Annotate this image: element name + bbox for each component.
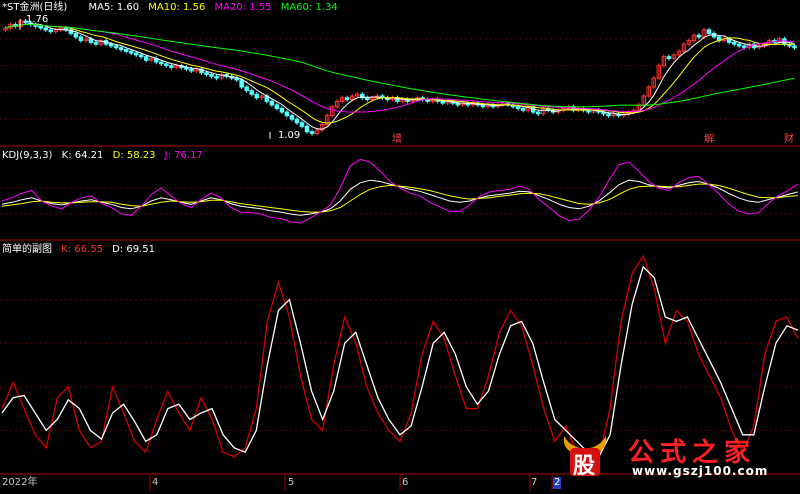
candle-body	[43, 27, 48, 31]
candle-body	[239, 79, 244, 88]
candle-body	[606, 113, 611, 117]
ma5-label: MA5: 1.60	[88, 2, 140, 13]
candle-body	[93, 41, 99, 45]
candle-body	[706, 29, 712, 34]
candle-body	[344, 97, 350, 101]
moving-average-layer	[5, 19, 795, 139]
kdj-title: KDJ(9,3,3)	[2, 150, 53, 161]
ma20-label: MA20: 1.55	[214, 2, 272, 13]
candle-body	[365, 97, 370, 101]
candle-body	[78, 36, 84, 42]
candle-body	[289, 115, 295, 120]
candle-body	[304, 125, 310, 133]
candle-body	[204, 72, 209, 76]
candle-body	[73, 32, 79, 38]
candle-body	[455, 102, 461, 106]
x-label-jul: 7	[531, 477, 538, 488]
high-price-label: 1.76	[26, 14, 49, 25]
candle-body	[108, 43, 114, 47]
candle-body	[214, 75, 219, 79]
candle-body	[269, 100, 275, 106]
candle-body	[279, 107, 285, 113]
candle-body	[138, 54, 144, 58]
x-label-cursor[interactable]: 2	[553, 477, 562, 489]
event-marker-1[interactable]: 增	[392, 134, 402, 146]
x-label-year: 2022年	[2, 477, 38, 488]
candle-body	[159, 61, 164, 65]
watermark-logo: 股	[560, 432, 610, 479]
event-marker-3[interactable]: 财	[784, 134, 794, 146]
watermark-url: www.gszj100.com	[632, 464, 769, 478]
candle-body	[164, 63, 169, 67]
candle-body	[520, 107, 526, 111]
chart-stage: *ST金洲(日线) MA5: 1.60 MA10: 1.56 MA20: 1.5…	[0, 0, 800, 490]
custom-header: 简单的副图 K: 66.55 D: 69.51	[2, 244, 155, 256]
candle-body	[515, 106, 521, 109]
custom-title: 简单的副图	[2, 244, 52, 255]
candle-body	[128, 50, 134, 54]
candle-body	[234, 77, 239, 81]
candle-body	[249, 90, 255, 95]
candle-body	[309, 131, 315, 134]
kdj-header: KDJ(9,3,3) K: 64.21 D: 58.23 J: 76.17	[2, 150, 203, 162]
candle-body	[123, 49, 129, 52]
candle-body	[143, 56, 149, 61]
candle-body	[38, 25, 43, 29]
candle-body	[792, 45, 797, 49]
x-label-may: 5	[288, 477, 295, 488]
x-label-jun: 6	[402, 477, 409, 488]
kdj-j-value: J: 76.17	[164, 150, 203, 161]
ma10-label: MA10: 1.56	[148, 2, 206, 13]
candle-body	[169, 65, 174, 68]
candle-body	[274, 104, 280, 109]
candle-body	[254, 93, 260, 99]
ma60-label: MA60: 1.34	[280, 2, 338, 13]
kdj-k-line	[1, 179, 799, 216]
candle-body	[666, 56, 672, 59]
stock-title: *ST金洲(日线)	[2, 2, 68, 13]
candle-body	[294, 118, 300, 124]
kdj-d-value: D: 58.23	[112, 150, 156, 161]
watermark-icon-text: 股	[573, 454, 596, 479]
candle-body	[209, 74, 214, 77]
custom-k-value: K: 66.55	[61, 244, 103, 255]
candle-body	[244, 86, 249, 92]
kdj-k-value: K: 64.21	[61, 150, 104, 161]
custom-d-value: D: 69.51	[112, 244, 155, 255]
candle-body	[118, 47, 124, 51]
candle-body	[113, 45, 119, 49]
candle-body	[133, 52, 139, 56]
candle-body	[299, 122, 305, 127]
main-header: *ST金洲(日线) MA5: 1.60 MA10: 1.56 MA20: 1.5…	[2, 2, 338, 14]
candle-body	[736, 43, 742, 47]
event-marker-2[interactable]: 解	[704, 134, 714, 146]
x-label-apr: 4	[152, 477, 159, 488]
low-price-label: 1.09	[278, 130, 301, 141]
candle-body	[480, 104, 486, 108]
candle-body	[440, 100, 445, 104]
ma5-line	[5, 23, 795, 130]
candle-body	[696, 34, 702, 38]
candle-body	[189, 68, 194, 72]
candle-body	[731, 41, 737, 45]
candle-body	[48, 29, 53, 33]
candle-body	[284, 111, 290, 117]
candle-body	[586, 109, 591, 113]
custom-d-line	[1, 265, 799, 458]
candle-body	[535, 111, 541, 115]
